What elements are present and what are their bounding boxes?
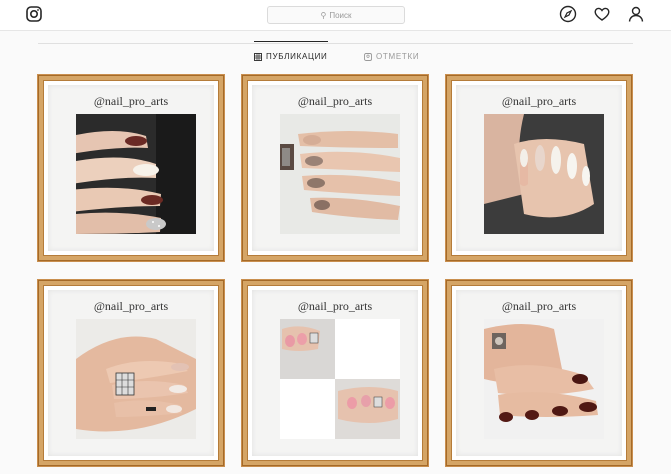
post-tile[interactable]: @nail_pro_arts: [446, 280, 632, 466]
tab-label: ОТМЕТКИ: [376, 52, 420, 61]
post-tile[interactable]: @nail_pro_arts: [242, 280, 428, 466]
post-mat: @nail_pro_arts: [48, 290, 214, 456]
search-input[interactable]: ⚲ Поиск: [267, 6, 405, 24]
search-icon: ⚲: [320, 10, 327, 20]
tab-tagged[interactable]: ОТМЕТКИ: [364, 52, 419, 61]
compass-icon[interactable]: [559, 5, 577, 23]
post-handle: @nail_pro_arts: [297, 94, 373, 108]
post-mat: @nail_pro_arts: [456, 85, 622, 251]
nail-photo: [484, 319, 604, 439]
nail-photo: [76, 319, 196, 439]
tab-label: ПУБЛИКАЦИИ: [266, 52, 328, 61]
heart-icon[interactable]: [593, 5, 611, 23]
post-handle: @nail_pro_arts: [93, 94, 169, 108]
post-handle: @nail_pro_arts: [93, 299, 169, 313]
post-tile[interactable]: @nail_pro_arts: [38, 75, 224, 261]
nail-photo: [280, 319, 400, 439]
header-nav: [559, 5, 645, 23]
tag-icon: [364, 52, 372, 61]
tab-publications[interactable]: ПУБЛИКАЦИИ: [254, 41, 328, 61]
post-mat: @nail_pro_arts: [456, 290, 622, 456]
post-handle: @nail_pro_arts: [501, 94, 577, 108]
nail-photo: [76, 114, 196, 234]
post-handle: @nail_pro_arts: [297, 299, 373, 313]
post-mat: @nail_pro_arts: [252, 85, 418, 251]
profile-icon[interactable]: [627, 5, 645, 23]
tab-divider: [38, 43, 633, 44]
post-tile[interactable]: @nail_pro_arts: [242, 75, 428, 261]
grid-icon: [254, 52, 262, 61]
post-tile[interactable]: @nail_pro_arts: [38, 280, 224, 466]
search-placeholder: Поиск: [329, 10, 352, 20]
post-handle: @nail_pro_arts: [501, 299, 577, 313]
nail-photo: [280, 114, 400, 234]
nail-photo: [484, 114, 604, 234]
instagram-icon[interactable]: [26, 6, 42, 22]
post-mat: @nail_pro_arts: [48, 85, 214, 251]
post-mat: @nail_pro_arts: [252, 290, 418, 456]
top-bar: ⚲ Поиск: [0, 0, 671, 31]
post-tile[interactable]: @nail_pro_arts: [446, 75, 632, 261]
